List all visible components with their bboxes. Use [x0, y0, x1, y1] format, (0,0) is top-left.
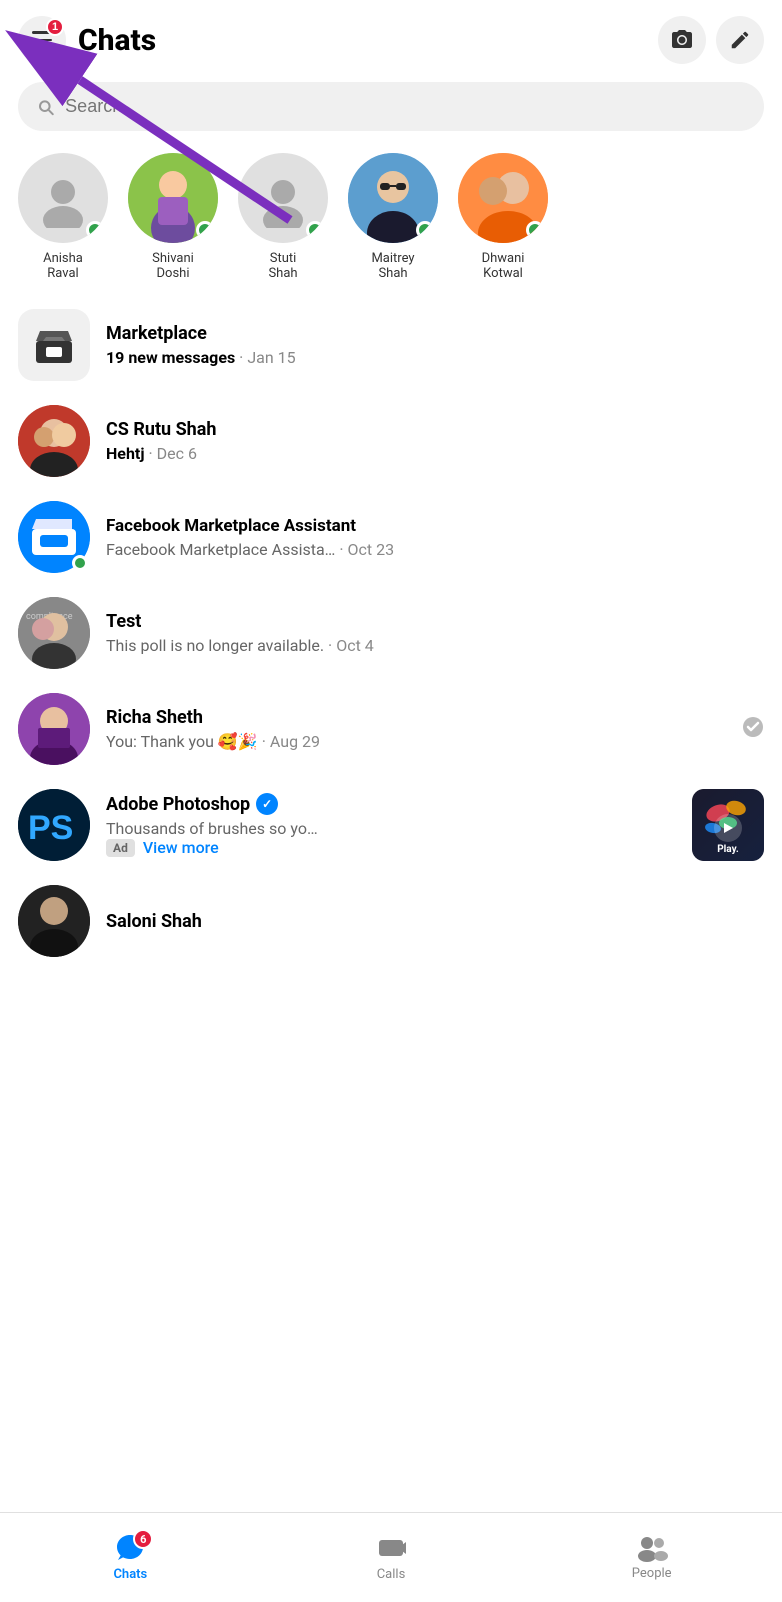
- calls-icon: [376, 1533, 406, 1563]
- search-wrapper: [18, 82, 764, 131]
- story-name-anisha: Anisha Raval: [43, 251, 83, 281]
- chat-info-fb-marketplace: Facebook Marketplace Assistant Facebook …: [106, 516, 764, 559]
- chats-icon-wrap: 6: [115, 1533, 145, 1563]
- story-item-anisha[interactable]: Anisha Raval: [18, 153, 108, 281]
- search-icon: [36, 97, 55, 117]
- marketplace-icon: [32, 323, 76, 367]
- chat-info-cs-rutu: CS Rutu Shah Hehtj · Dec 6: [106, 419, 764, 463]
- fb-online-dot: [72, 555, 88, 571]
- chat-name-marketplace: Marketplace: [106, 323, 764, 344]
- ad-label: Ad: [106, 839, 135, 857]
- test-photo: compliance: [18, 597, 90, 669]
- richa-photo: [18, 693, 90, 765]
- chat-name-cs-rutu: CS Rutu Shah: [106, 419, 764, 440]
- default-avatar-icon: [253, 168, 313, 228]
- chat-info-test: Test This poll is no longer available. ·…: [106, 611, 764, 655]
- story-avatar-anisha: [18, 153, 108, 243]
- story-avatar-maitrey: [348, 153, 438, 243]
- bottom-nav: 6 Chats Calls People: [0, 1512, 782, 1602]
- chat-avatar-adobe: PS: [18, 789, 90, 861]
- chat-item-marketplace[interactable]: Marketplace 19 new messages · Jan 15: [0, 297, 782, 393]
- story-name-dhwani: Dhwani Kotwal: [482, 251, 525, 281]
- story-item-stuti[interactable]: Stuti Shah: [238, 153, 328, 281]
- nav-item-chats[interactable]: 6 Chats: [0, 1523, 261, 1592]
- chat-name-richa: Richa Sheth: [106, 707, 726, 728]
- chat-avatar-richa: [18, 693, 90, 765]
- search-bar: [18, 82, 764, 131]
- header-actions: [658, 16, 764, 64]
- chat-item-richa[interactable]: Richa Sheth You: Thank you 🥰🎉 · Aug 29: [0, 681, 782, 777]
- saloni-photo: [18, 885, 90, 957]
- chat-name-fb-marketplace: Facebook Marketplace Assistant: [106, 516, 764, 536]
- chat-item-saloni[interactable]: Saloni Shah: [0, 873, 782, 969]
- people-label: People: [632, 1566, 672, 1581]
- story-name-maitrey: Maitrey Shah: [371, 251, 414, 281]
- verified-badge: ✓: [256, 793, 278, 815]
- online-indicator: [416, 221, 434, 239]
- people-icon: [636, 1534, 668, 1562]
- chat-item-fb-marketplace[interactable]: Facebook Marketplace Assistant Facebook …: [0, 489, 782, 585]
- chat-preview-marketplace: 19 new messages · Jan 15: [106, 348, 764, 367]
- nav-item-people[interactable]: People: [521, 1524, 782, 1591]
- chat-name-adobe: Adobe Photoshop ✓: [106, 793, 676, 815]
- search-input[interactable]: [65, 96, 746, 117]
- ad-thumbnail: Play.: [692, 789, 764, 861]
- header: 1 Chats: [0, 0, 782, 74]
- adobe-ps-icon: PS: [18, 789, 90, 861]
- chat-item-adobe[interactable]: PS Adobe Photoshop ✓ Thousands of brushe…: [0, 777, 782, 873]
- play-icon: [714, 814, 742, 842]
- marketplace-avatar: [18, 309, 90, 381]
- chat-name-saloni: Saloni Shah: [106, 911, 764, 932]
- menu-button[interactable]: 1: [18, 16, 66, 64]
- chat-preview-adobe: Thousands of brushes so yo…: [106, 819, 676, 838]
- chats-label: Chats: [113, 1567, 147, 1582]
- story-avatar-dhwani: [458, 153, 548, 243]
- svg-text:PS: PS: [28, 809, 73, 847]
- story-avatar-stuti: [238, 153, 328, 243]
- camera-icon: [670, 28, 694, 52]
- chat-item-test[interactable]: compliance Test This poll is no longer a…: [0, 585, 782, 681]
- calls-label: Calls: [377, 1567, 406, 1582]
- story-name-shivani: Shivani Doshi: [152, 251, 194, 281]
- chats-badge: 6: [133, 1529, 153, 1549]
- story-item-dhwani[interactable]: Dhwani Kotwal: [458, 153, 548, 281]
- ad-row: Ad View more: [106, 838, 676, 857]
- chat-info-adobe: Adobe Photoshop ✓ Thousands of brushes s…: [106, 793, 676, 857]
- chat-avatar-saloni: [18, 885, 90, 957]
- story-item-maitrey[interactable]: Maitrey Shah: [348, 153, 438, 281]
- view-more-link[interactable]: View more: [143, 838, 219, 857]
- chat-info-richa: Richa Sheth You: Thank you 🥰🎉 · Aug 29: [106, 707, 726, 751]
- nav-item-calls[interactable]: Calls: [261, 1523, 522, 1592]
- chat-name-test: Test: [106, 611, 764, 632]
- chat-avatar-fb-marketplace: [18, 501, 90, 573]
- online-indicator: [306, 221, 324, 239]
- chat-preview-richa: You: Thank you 🥰🎉 · Aug 29: [106, 732, 726, 751]
- chat-info-marketplace: Marketplace 19 new messages · Jan 15: [106, 323, 764, 367]
- story-name-stuti: Stuti Shah: [268, 251, 297, 281]
- chat-item-cs-rutu[interactable]: CS Rutu Shah Hehtj · Dec 6: [0, 393, 782, 489]
- menu-notification-badge: 1: [46, 18, 64, 36]
- chat-preview-test: This poll is no longer available. · Oct …: [106, 636, 764, 655]
- chat-info-saloni: Saloni Shah: [106, 911, 764, 932]
- online-indicator: [196, 221, 214, 239]
- chat-preview-cs-rutu: Hehtj · Dec 6: [106, 444, 764, 463]
- chat-avatar-test: compliance: [18, 597, 90, 669]
- chat-avatar-cs-rutu: [18, 405, 90, 477]
- page-title: Chats: [78, 23, 658, 58]
- chat-preview-fb-marketplace: Facebook Marketplace Assista… · Oct 23: [106, 540, 764, 559]
- online-indicator: [526, 221, 544, 239]
- story-avatar-shivani: [128, 153, 218, 243]
- online-indicator: [86, 221, 104, 239]
- story-item-shivani[interactable]: Shivani Doshi: [128, 153, 218, 281]
- read-receipt-icon: [742, 716, 764, 743]
- cs-rutu-photo: [18, 405, 90, 477]
- chat-list: Marketplace 19 new messages · Jan 15: [0, 297, 782, 1069]
- edit-button[interactable]: [716, 16, 764, 64]
- edit-icon: [729, 29, 751, 51]
- camera-button[interactable]: [658, 16, 706, 64]
- default-avatar-icon: [33, 168, 93, 228]
- stories-row: Anisha Raval Shivani Doshi Stuti Shah: [0, 145, 782, 297]
